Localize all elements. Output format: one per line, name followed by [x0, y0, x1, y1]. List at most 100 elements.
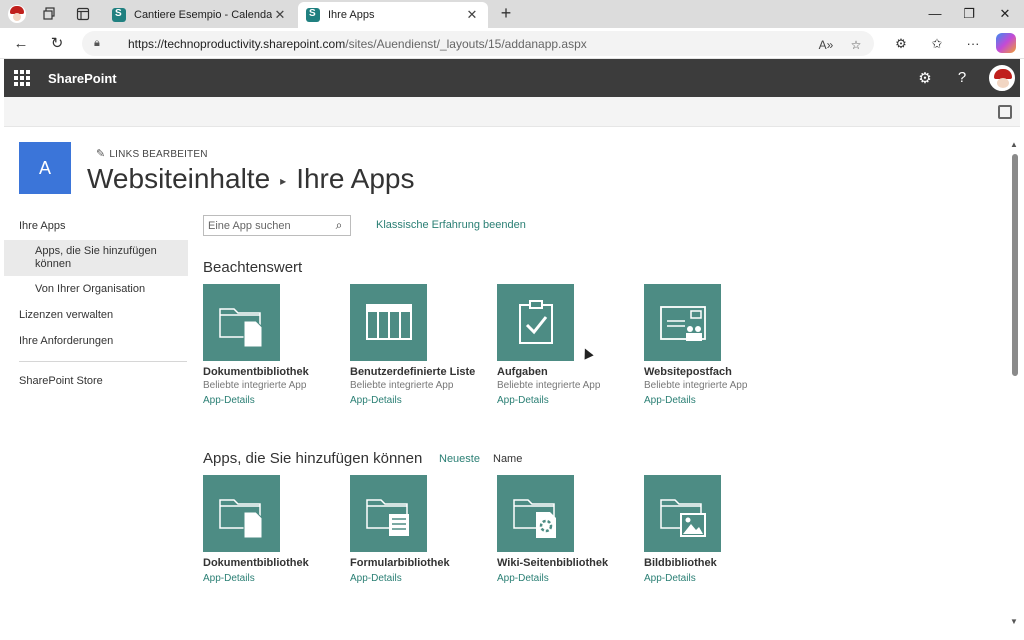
- form-library-icon[interactable]: [350, 475, 427, 552]
- breadcrumb-parent-link[interactable]: Websiteinhalte: [87, 163, 270, 194]
- app-details-link[interactable]: App-Details: [203, 395, 333, 406]
- app-tile[interactable]: Bildbibliothek App-Details: [644, 475, 774, 584]
- browser-toolbar: ← ↻ 🔒︎ https://technoproductivity.sharep…: [0, 28, 1024, 59]
- site-mailbox-icon[interactable]: [644, 284, 721, 361]
- app-tile-name[interactable]: Wiki-Seitenbibliothek: [497, 557, 627, 569]
- app-tile[interactable]: Wiki-Seitenbibliothek App-Details: [497, 475, 627, 584]
- app-tile-name[interactable]: Formularbibliothek: [350, 557, 480, 569]
- nav-item-apps-addable[interactable]: Apps, die Sie hinzufügen können: [4, 240, 188, 276]
- ribbon-bar: [4, 97, 1020, 127]
- sharepoint-favicon-icon: [306, 8, 320, 22]
- document-library-icon[interactable]: [203, 284, 280, 361]
- tab-actions-icon[interactable]: [72, 4, 94, 24]
- favorite-star-icon[interactable]: ☆: [846, 35, 866, 55]
- url-host: https://technoproductivity.sharepoint.co…: [128, 36, 346, 51]
- back-icon[interactable]: ←: [10, 33, 32, 55]
- more-options-icon[interactable]: ···: [962, 33, 984, 55]
- close-window-button[interactable]: ✕: [990, 4, 1020, 24]
- search-icon[interactable]: ⌕: [330, 218, 348, 233]
- settings-gear-icon[interactable]: ⚙︎: [915, 69, 935, 89]
- tab-close-icon[interactable]: ✕: [272, 7, 288, 23]
- app-tile-name[interactable]: Aufgaben: [497, 366, 627, 378]
- workspaces-icon[interactable]: [38, 4, 60, 24]
- app-tile[interactable]: Dokumentbibliothek Beliebte integrierte …: [203, 284, 333, 406]
- user-avatar[interactable]: [989, 65, 1015, 91]
- page-title: Websiteinhalte ▸ Ihre Apps: [87, 163, 415, 195]
- tab-ihre-apps[interactable]: Ihre Apps ✕: [298, 2, 488, 28]
- app-details-link[interactable]: App-Details: [203, 573, 333, 584]
- sharepoint-favicon-icon: [112, 8, 126, 22]
- noteworthy-heading: Beachtenswert: [203, 259, 303, 276]
- app-tile-description: Beliebte integrierte App: [644, 380, 748, 391]
- sharepoint-brand-link[interactable]: SharePoint: [48, 71, 117, 86]
- lock-icon: 🔒︎: [94, 37, 100, 49]
- nav-item-ihre-apps[interactable]: Ihre Apps: [4, 216, 188, 237]
- app-launcher-icon[interactable]: [14, 70, 30, 86]
- exit-classic-link[interactable]: Klassische Erfahrung beenden: [376, 219, 526, 231]
- site-logo[interactable]: A: [19, 142, 71, 194]
- nav-item-requests[interactable]: Ihre Anforderungen: [4, 331, 188, 352]
- app-tile-name[interactable]: Dokumentbibliothek: [203, 557, 333, 569]
- document-library-icon[interactable]: [203, 475, 280, 552]
- app-tile-name[interactable]: Benutzerdefinierte Liste: [350, 366, 480, 378]
- app-details-link[interactable]: App-Details: [644, 573, 774, 584]
- edit-links-label: LINKS BEARBEITEN: [109, 149, 208, 160]
- tab-title: Ihre Apps: [328, 9, 375, 21]
- focus-on-content-icon[interactable]: [998, 105, 1012, 119]
- page-scrollbar[interactable]: ▲ ▼: [1010, 130, 1020, 630]
- app-tile[interactable]: Dokumentbibliothek App-Details: [203, 475, 333, 584]
- app-tile-description: Beliebte integrierte App: [203, 380, 307, 391]
- tab-close-icon[interactable]: ✕: [464, 7, 480, 23]
- nav-item-sharepoint-store[interactable]: SharePoint Store: [4, 371, 188, 392]
- app-tile[interactable]: Formularbibliothek App-Details: [350, 475, 480, 584]
- pencil-icon: ✎: [96, 148, 106, 160]
- breadcrumb-arrow-icon: ▸: [280, 173, 287, 188]
- custom-list-icon[interactable]: [350, 284, 427, 361]
- left-navigation: Ihre Apps Apps, die Sie hinzufügen könne…: [4, 216, 188, 392]
- scroll-down-icon[interactable]: ▼: [1010, 617, 1018, 626]
- app-details-link[interactable]: App-Details: [350, 573, 480, 584]
- addable-apps-heading: Apps, die Sie hinzufügen können: [203, 450, 423, 467]
- refresh-icon[interactable]: ↻: [46, 33, 68, 55]
- extensions-icon[interactable]: ⚙︎: [890, 33, 912, 55]
- app-tile[interactable]: Websitepostfach Beliebte integrierte App…: [644, 284, 774, 406]
- app-details-link[interactable]: App-Details: [350, 395, 480, 406]
- read-aloud-icon[interactable]: A»: [816, 35, 836, 55]
- app-tile-name[interactable]: Dokumentbibliothek: [203, 366, 333, 378]
- breadcrumb-current: Ihre Apps: [296, 163, 415, 194]
- help-icon[interactable]: ?: [952, 69, 972, 89]
- tasks-icon[interactable]: [497, 284, 574, 361]
- app-details-link[interactable]: App-Details: [644, 395, 774, 406]
- sort-name-link[interactable]: Name: [493, 453, 522, 465]
- address-bar[interactable]: 🔒︎ https://technoproductivity.sharepoint…: [82, 31, 874, 56]
- scroll-thumb[interactable]: [1012, 154, 1018, 376]
- picture-library-icon[interactable]: [644, 475, 721, 552]
- minimize-button[interactable]: —: [920, 4, 950, 24]
- favorites-icon[interactable]: ✩: [926, 33, 948, 55]
- profile-icon[interactable]: [6, 4, 28, 24]
- nav-item-licenses[interactable]: Lizenzen verwalten: [4, 305, 188, 326]
- app-details-link[interactable]: App-Details: [497, 573, 627, 584]
- tab-title: Cantiere Esempio - Calendario: [134, 9, 272, 21]
- app-search-input[interactable]: [204, 219, 330, 232]
- app-details-link[interactable]: App-Details: [497, 395, 627, 406]
- suite-bar: SharePoint ⚙︎ ?: [4, 59, 1020, 97]
- app-search-box: ⌕: [203, 215, 351, 236]
- app-tile-name[interactable]: Websitepostfach: [644, 366, 774, 378]
- app-tile[interactable]: Aufgaben Beliebte integrierte App App-De…: [497, 284, 627, 406]
- copilot-icon[interactable]: [996, 33, 1016, 53]
- maximize-button[interactable]: ❐: [954, 4, 984, 24]
- url-path: /sites/Auendienst/_layouts/15/addanapp.a…: [345, 36, 587, 51]
- app-tile-name[interactable]: Bildbibliothek: [644, 557, 774, 569]
- tab-calendar[interactable]: Cantiere Esempio - Calendario ✕: [104, 2, 296, 28]
- new-tab-button[interactable]: +: [496, 4, 516, 24]
- app-tile-description: Beliebte integrierte App: [497, 380, 601, 391]
- nav-divider: [19, 361, 187, 362]
- app-tile-description: Beliebte integrierte App: [350, 380, 454, 391]
- app-tile[interactable]: Benutzerdefinierte Liste Beliebte integr…: [350, 284, 480, 406]
- wiki-library-icon[interactable]: [497, 475, 574, 552]
- edit-links-button[interactable]: ✎ LINKS BEARBEITEN: [96, 147, 208, 160]
- scroll-up-icon[interactable]: ▲: [1010, 140, 1018, 149]
- nav-item-from-organisation[interactable]: Von Ihrer Organisation: [4, 279, 188, 300]
- sort-newest-link[interactable]: Neueste: [439, 453, 480, 465]
